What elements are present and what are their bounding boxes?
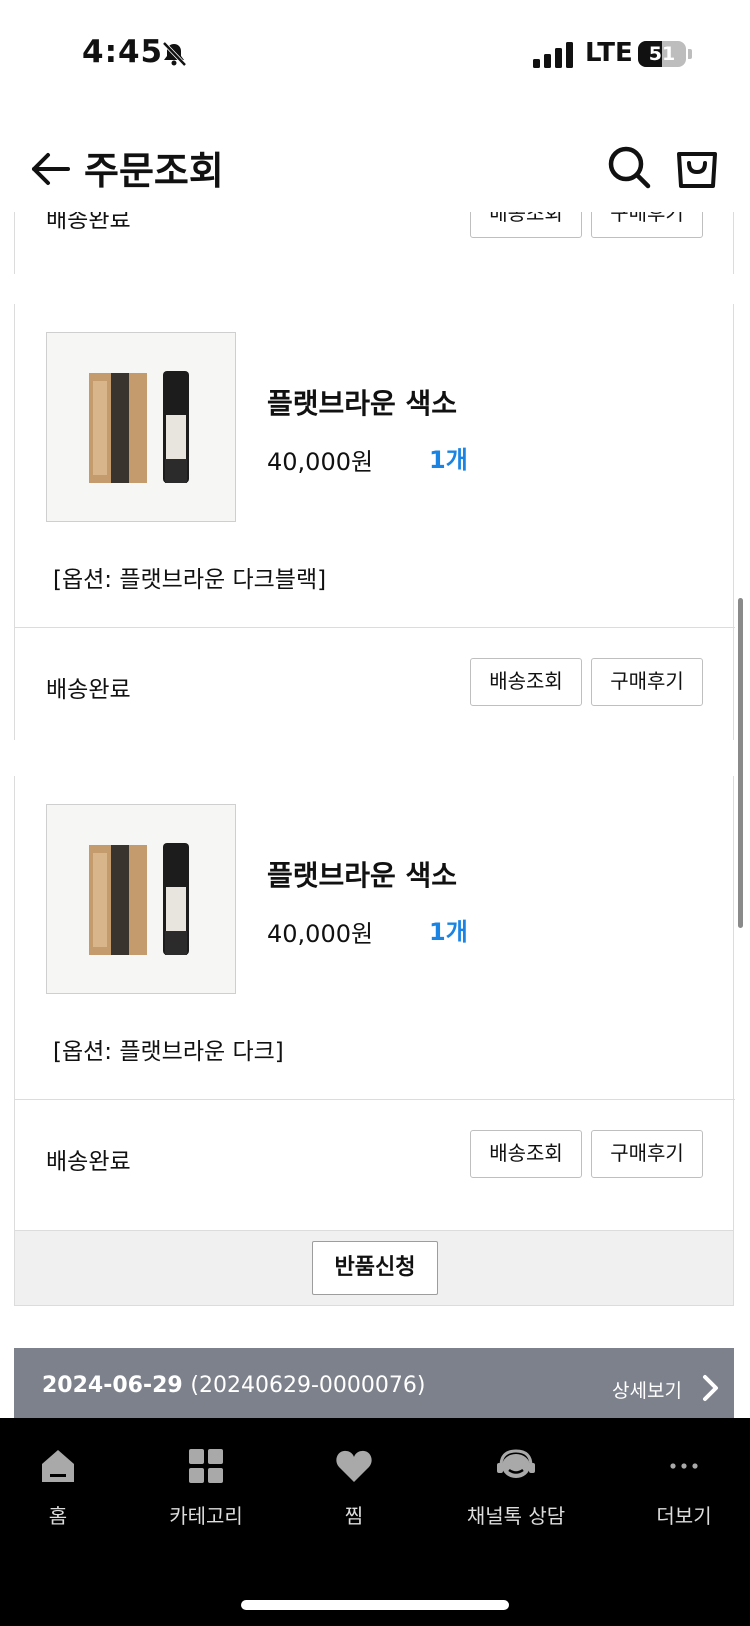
grid-icon — [189, 1449, 223, 1483]
back-arrow-icon[interactable] — [30, 148, 72, 190]
product-image[interactable] — [46, 332, 236, 522]
product-quantity: 1개 — [429, 918, 468, 946]
track-shipment-button[interactable]: 배송조회 — [470, 212, 582, 238]
nav-channeltalk[interactable]: 채널톡 상담 — [458, 1446, 574, 1529]
nav-label: 카테고리 — [169, 1504, 243, 1528]
write-review-button[interactable]: 구매후기 — [591, 658, 703, 706]
product-image[interactable] — [46, 804, 236, 994]
shipping-status: 배송완료 — [46, 212, 131, 233]
battery-percent: 51 — [648, 43, 676, 65]
app-header: 주문조회 — [0, 128, 750, 212]
nav-label: 채널톡 상담 — [466, 1504, 566, 1528]
search-icon[interactable] — [606, 144, 652, 190]
bottom-navigation: 홈 카테고리 찜 채널톡 상담 더보기 — [0, 1418, 750, 1626]
network-type: LTE — [585, 38, 633, 68]
shipping-status: 배송완료 — [46, 1149, 131, 1175]
product-option: [옵션: 플랫브라운 다크블랙] — [53, 567, 327, 593]
track-shipment-button[interactable]: 배송조회 — [470, 658, 582, 706]
status-bar: 4:45 LTE 51 — [0, 0, 750, 108]
order-detail-link[interactable]: 상세보기 — [612, 1376, 682, 1403]
track-shipment-button[interactable]: 배송조회 — [470, 1130, 582, 1178]
shopping-bag-icon[interactable] — [674, 142, 720, 190]
product-option: [옵션: 플랫브라운 다크] — [53, 1039, 284, 1065]
product-name[interactable]: 플랫브라운 색소 — [267, 382, 457, 422]
order-date: 2024-06-29 — [42, 1373, 183, 1398]
order-item-card: 플랫브라운 색소 40,000원 1개 [옵션: 플랫브라운 다크] 배송완료 … — [14, 776, 735, 1230]
heart-icon — [336, 1450, 372, 1482]
more-dots-icon — [670, 1463, 698, 1469]
order-item-card-partial: 배송완료 배송조회 구매후기 — [14, 212, 734, 274]
signal-icon — [533, 42, 573, 68]
product-name[interactable]: 플랫브라운 색소 — [267, 854, 457, 894]
product-price: 40,000원 — [267, 920, 374, 948]
nav-label: 홈 — [48, 1504, 68, 1528]
return-request-bar: 반품신청 — [14, 1230, 734, 1306]
product-price: 40,000원 — [267, 448, 374, 476]
home-indicator[interactable] — [241, 1600, 509, 1610]
order-header[interactable]: 2024-06-29 (20240629-0000076) 상세보기 — [14, 1348, 734, 1418]
nav-home[interactable]: 홈 — [18, 1446, 98, 1529]
battery-nub — [688, 49, 692, 59]
return-request-button[interactable]: 반품신청 — [312, 1241, 438, 1295]
chevron-right-icon[interactable] — [702, 1374, 720, 1402]
nav-label: 더보기 — [656, 1504, 712, 1528]
divider — [15, 627, 735, 628]
status-time: 4:45 — [82, 34, 164, 70]
order-date-line: 2024-06-29 (20240629-0000076) — [42, 1373, 425, 1398]
write-review-button[interactable]: 구매후기 — [591, 212, 703, 238]
divider — [15, 1099, 735, 1100]
nav-more[interactable]: 더보기 — [644, 1446, 724, 1529]
battery-icon: 51 — [638, 41, 686, 67]
product-photo-icon — [89, 371, 189, 483]
scrollbar[interactable] — [738, 598, 743, 928]
nav-wishlist[interactable]: 찜 — [314, 1446, 394, 1529]
home-icon — [42, 1450, 74, 1482]
nav-label: 찜 — [344, 1504, 364, 1528]
order-item-card: 플랫브라운 색소 40,000원 1개 [옵션: 플랫브라운 다크블랙] 배송완… — [14, 304, 735, 740]
shipping-status: 배송완료 — [46, 677, 131, 703]
bell-muted-icon — [162, 41, 187, 67]
write-review-button[interactable]: 구매후기 — [591, 1130, 703, 1178]
nav-category[interactable]: 카테고리 — [148, 1446, 264, 1529]
page-title: 주문조회 — [84, 149, 224, 193]
product-quantity: 1개 — [429, 446, 468, 474]
headset-icon — [497, 1449, 535, 1478]
product-photo-icon — [89, 843, 189, 955]
order-number: (20240629-0000076) — [190, 1373, 426, 1398]
order-list[interactable]: 배송완료 배송조회 구매후기 플랫브라운 색소 40,000원 1개 [옵션: … — [0, 212, 750, 1418]
